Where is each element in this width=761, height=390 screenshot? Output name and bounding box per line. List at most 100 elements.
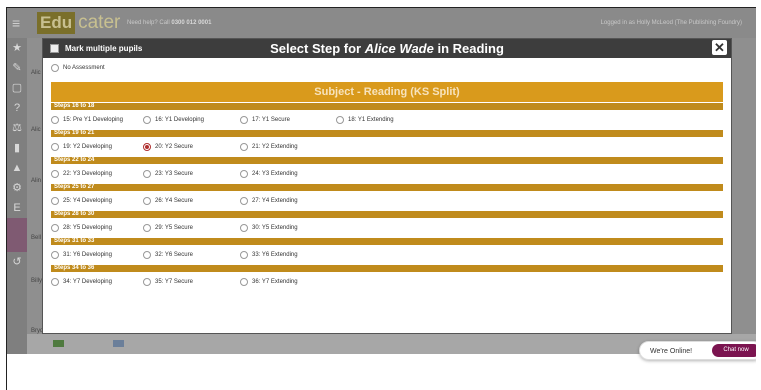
radio-button[interactable] xyxy=(143,170,151,178)
help-prefix: Need help? Call xyxy=(127,20,170,26)
radio-button[interactable] xyxy=(240,143,248,151)
step-option-label: 29: Y5 Secure xyxy=(155,225,193,231)
help-number: 0300 012 0001 xyxy=(171,20,212,26)
step-group-header: Steps 22 to 24 xyxy=(51,157,723,164)
close-button[interactable]: ✕ xyxy=(712,40,727,55)
step-option[interactable]: 26: Y4 Secure xyxy=(143,197,193,205)
radio-button[interactable] xyxy=(51,197,59,205)
step-option-label: 32: Y6 Secure xyxy=(155,252,193,258)
step-option[interactable]: 29: Y5 Secure xyxy=(143,224,193,232)
title-suffix: in Reading xyxy=(437,41,504,56)
star-icon[interactable]: ★ xyxy=(7,38,27,58)
step-option[interactable]: 19: Y2 Developing xyxy=(51,143,112,151)
step-option-label: 16: Y1 Developing xyxy=(155,117,204,123)
step-option[interactable]: 22: Y3 Developing xyxy=(51,170,112,178)
pupil-name[interactable]: Alin xyxy=(31,178,41,184)
chat-now-button[interactable]: Chat now xyxy=(712,344,756,357)
step-group-header: Steps 28 to 30 xyxy=(51,211,723,218)
radio-button[interactable] xyxy=(240,224,248,232)
radio-button[interactable] xyxy=(240,197,248,205)
active-section[interactable] xyxy=(7,218,27,252)
radio-button[interactable] xyxy=(336,116,344,124)
radio-button[interactable] xyxy=(51,116,59,124)
logged-in-user[interactable]: Logged in as Holly McLeod (The Publishin… xyxy=(601,20,742,26)
letter-e-icon[interactable]: E xyxy=(7,198,27,218)
graduation-icon[interactable]: ▲ xyxy=(7,158,27,178)
screen: ≡ Edu cater Need help? Call 0300 012 000… xyxy=(6,7,756,390)
select-step-modal: Mark multiple pupils Select Step for Ali… xyxy=(42,38,732,334)
step-option-label: 35: Y7 Secure xyxy=(155,279,193,285)
step-option-label: 28: Y5 Developing xyxy=(63,225,112,231)
tag-blue xyxy=(113,340,124,347)
step-group-header: Steps 25 to 27 xyxy=(51,184,723,191)
step-option[interactable]: 28: Y5 Developing xyxy=(51,224,112,232)
step-option[interactable]: 36: Y7 Extending xyxy=(240,278,298,286)
radio-button[interactable] xyxy=(240,278,248,286)
pupil-name[interactable]: Alic xyxy=(31,70,41,76)
radio-button[interactable] xyxy=(51,170,59,178)
help-icon[interactable]: ? xyxy=(7,98,27,118)
radio-button[interactable] xyxy=(240,116,248,124)
step-group-header: Steps 34 to 36 xyxy=(51,265,723,272)
step-option-label: 17: Y1 Secure xyxy=(252,117,290,123)
no-assessment-label: No Assessment xyxy=(63,65,105,71)
radio-button[interactable] xyxy=(51,143,59,151)
radio-button[interactable] xyxy=(240,170,248,178)
bar-chart-icon[interactable]: ▮ xyxy=(7,138,27,158)
step-option[interactable]: 34: Y7 Developing xyxy=(51,278,112,286)
step-group-row: 25: Y4 Developing 26: Y4 Secure 27: Y4 Ext… xyxy=(51,191,723,211)
radio-button[interactable] xyxy=(51,64,59,72)
step-option[interactable]: 16: Y1 Developing xyxy=(143,116,204,124)
step-option[interactable]: 24: Y3 Extending xyxy=(240,170,298,178)
chat-status: We're Online! xyxy=(650,348,693,355)
step-option-label: 23: Y3 Secure xyxy=(155,171,193,177)
radio-button[interactable] xyxy=(51,278,59,286)
logo-part-b: cater xyxy=(78,12,121,33)
menu-icon[interactable]: ≡ xyxy=(12,15,20,31)
step-option[interactable]: 31: Y6 Developing xyxy=(51,251,112,259)
step-group-row: 28: Y5 Developing 29: Y5 Secure 30: Y5 Ext… xyxy=(51,218,723,238)
step-option-label: 26: Y4 Secure xyxy=(155,198,193,204)
step-option[interactable]: 35: Y7 Secure xyxy=(143,278,193,286)
step-option-label: 19: Y2 Developing xyxy=(63,144,112,150)
pencil-icon[interactable]: ✎ xyxy=(7,58,27,78)
history-icon[interactable]: ↺ xyxy=(7,252,27,272)
pupil-name[interactable]: Bell xyxy=(31,235,41,241)
step-option-label: 33: Y6 Extending xyxy=(252,252,298,258)
scales-icon[interactable]: ⚖ xyxy=(7,118,27,138)
step-group-header: Steps 19 to 21 xyxy=(51,130,723,137)
step-option[interactable]: 15: Pre Y1 Developing xyxy=(51,116,123,124)
radio-button[interactable] xyxy=(143,251,151,259)
modal-header: Mark multiple pupils Select Step for Ali… xyxy=(43,39,731,58)
pupil-name[interactable]: Alic xyxy=(31,127,41,133)
step-option[interactable]: 33: Y6 Extending xyxy=(240,251,298,259)
radio-button[interactable] xyxy=(143,278,151,286)
step-option[interactable]: 20: Y2 Secure xyxy=(143,143,193,151)
radio-button[interactable] xyxy=(143,197,151,205)
step-option[interactable]: 27: Y4 Extending xyxy=(240,197,298,205)
step-option[interactable]: 18: Y1 Extending xyxy=(336,116,394,124)
step-option[interactable]: 21: Y2 Extending xyxy=(240,143,298,151)
step-group-row: 15: Pre Y1 Developing 16: Y1 Developing 17… xyxy=(51,110,723,130)
radio-button[interactable] xyxy=(143,116,151,124)
step-group-row: 34: Y7 Developing 35: Y7 Secure 36: Y7 Ext… xyxy=(51,272,723,292)
step-option[interactable]: 30: Y5 Extending xyxy=(240,224,298,232)
pupil-name: Alice Wade xyxy=(364,41,434,56)
radio-button[interactable] xyxy=(240,251,248,259)
no-assessment-option[interactable]: No Assessment xyxy=(51,64,105,72)
step-option-label: 22: Y3 Developing xyxy=(63,171,112,177)
radio-button[interactable] xyxy=(51,251,59,259)
step-option-label: 20: Y2 Secure xyxy=(155,144,193,150)
step-option[interactable]: 32: Y6 Secure xyxy=(143,251,193,259)
step-option[interactable]: 25: Y4 Developing xyxy=(51,197,112,205)
radio-button[interactable] xyxy=(143,143,151,151)
radio-button[interactable] xyxy=(51,224,59,232)
step-option-label: 30: Y5 Extending xyxy=(252,225,298,231)
lock-icon[interactable]: ▢ xyxy=(7,78,27,98)
step-option[interactable]: 23: Y3 Secure xyxy=(143,170,193,178)
step-option-label: 34: Y7 Developing xyxy=(63,279,112,285)
radio-button[interactable] xyxy=(143,224,151,232)
step-option[interactable]: 17: Y1 Secure xyxy=(240,116,290,124)
pupil-name[interactable]: Billy xyxy=(31,278,42,284)
settings-icon[interactable]: ⚙ xyxy=(7,178,27,198)
